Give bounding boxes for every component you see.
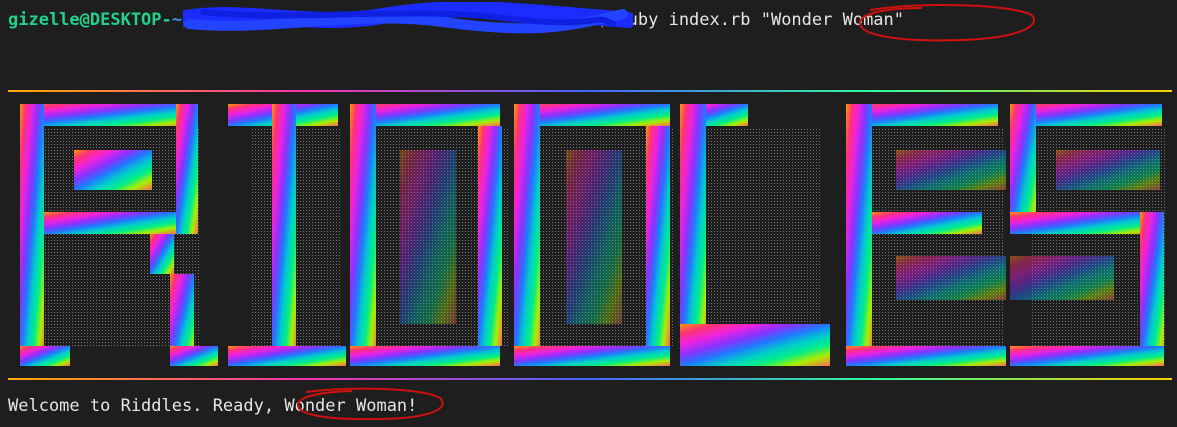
welcome-name: Wonder Woman bbox=[284, 396, 408, 416]
command-argument: "Wonder Woman" bbox=[760, 10, 905, 30]
command-text: ruby index.rb bbox=[617, 10, 751, 30]
riddles-banner bbox=[8, 90, 1172, 380]
welcome-suffix: ! bbox=[407, 396, 418, 416]
welcome-prefix: Welcome to Riddles. Ready, bbox=[8, 396, 285, 416]
redaction-scribble bbox=[183, 2, 633, 34]
user-host: gizelle@DESKTOP- bbox=[8, 10, 172, 30]
welcome-message: Welcome to Riddles. Ready, Wonder Woman! bbox=[8, 395, 417, 417]
